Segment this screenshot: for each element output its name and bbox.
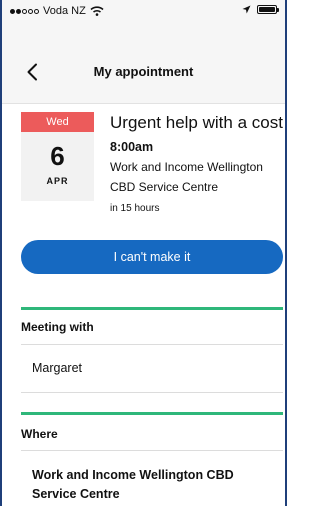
appointment-location-line2: CBD Service Centre <box>110 180 219 194</box>
calendar-day: 6 <box>50 141 65 171</box>
appointment-location-line1: Work and Income Wellington <box>110 160 263 174</box>
carrier-label: Voda NZ <box>43 5 86 17</box>
where-address-line2: Service Centre <box>32 487 120 501</box>
appointment-title: Urgent help with a cost <box>110 113 283 132</box>
battery-icon <box>257 5 279 14</box>
where-address-line1: Work and Income Wellington CBD <box>32 468 234 482</box>
signal-strength-icon <box>10 8 39 14</box>
meeting-with-heading: Meeting with <box>21 320 94 334</box>
calendar-weekday: Wed <box>21 112 94 132</box>
calendar-date-badge: Wed 6 APR <box>21 112 94 201</box>
meeting-heading-separator <box>21 344 283 345</box>
appointment-relative-time: in 15 hours <box>110 203 160 214</box>
where-section-divider <box>21 412 283 415</box>
where-heading: Where <box>21 427 58 441</box>
location-arrow-icon <box>242 5 251 14</box>
status-right <box>242 5 279 14</box>
appointment-time: 8:00am <box>110 140 154 154</box>
calendar-month: APR <box>46 176 69 186</box>
status-bar: Voda NZ <box>2 0 285 42</box>
frame-right-border <box>285 0 287 506</box>
meeting-bottom-separator <box>21 392 283 393</box>
cant-make-it-button[interactable]: I can't make it <box>21 240 283 274</box>
where-heading-separator <box>21 450 283 451</box>
navigation-bar: My appointment <box>2 42 285 104</box>
status-left: Voda NZ <box>10 5 104 17</box>
meeting-section-divider <box>21 307 283 310</box>
meeting-with-name: Margaret <box>32 361 83 375</box>
wifi-icon <box>90 6 104 16</box>
page-title: My appointment <box>93 64 194 79</box>
